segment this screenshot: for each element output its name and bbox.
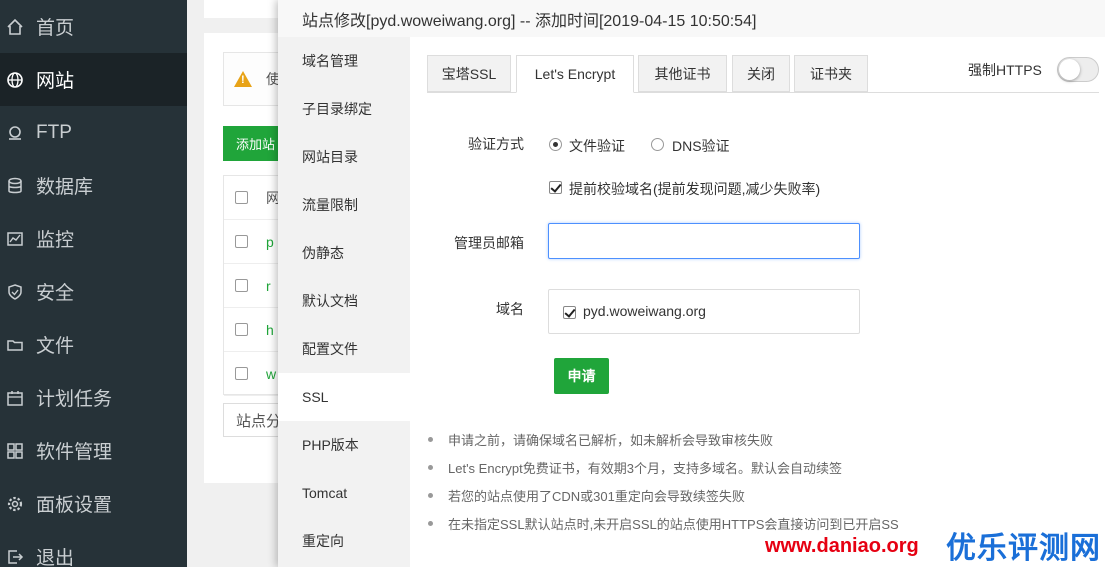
calendar-icon [4,387,26,409]
note-text: 若您的站点使用了CDN或301重定向会导致续签失败 [448,489,745,504]
sidebar-item-logout[interactable]: 退出 [0,530,187,567]
sidebar-item-label: 数据库 [36,177,94,198]
sidebar-item-label: 面板设置 [36,495,113,516]
sidebar-item-label: 退出 [36,548,75,567]
side-item-site-dir[interactable]: 网站目录 [278,133,410,181]
sidebar-item-label: 软件管理 [36,442,113,463]
note-item: 申请之前，请确保域名已解析，如未解析会导致审核失败 [428,430,773,449]
sidebar-item-software[interactable]: 软件管理 [0,424,187,477]
admin-email-input[interactable] [548,223,860,259]
watermark-text: 优乐评测网 [946,532,1101,565]
sidebar-item-files[interactable]: 文件 [0,318,187,371]
bullet-icon [428,493,433,498]
bullet-icon [428,521,433,526]
row-checkbox[interactable] [235,279,248,292]
side-item-rewrite[interactable]: 伪静态 [278,229,410,277]
sidebar-item-monitor[interactable]: 监控 [0,212,187,265]
file-verify-radio[interactable] [549,138,562,151]
note-item: 在未指定SSL默认站点时,未开启SSL的站点使用HTTPS会直接访问到已开启SS [428,514,899,533]
tab-close[interactable]: 关闭 [732,55,790,92]
warning-icon [234,71,252,87]
row-checkbox[interactable] [235,235,248,248]
precheck-checkbox[interactable] [549,181,562,194]
file-verify-label[interactable]: 文件验证 [569,136,625,156]
sidebar-item-security[interactable]: 安全 [0,265,187,318]
tab-lets-encrypt[interactable]: Let's Encrypt [516,55,634,93]
sidebar-item-ftp[interactable]: FTP [0,106,187,159]
side-item-tomcat[interactable]: Tomcat [278,469,410,517]
dns-verify-radio[interactable] [651,138,664,151]
site-name[interactable]: r [266,278,271,294]
apps-icon [4,440,26,462]
domain-checkbox[interactable] [563,306,576,319]
sidebar-item-label: 网站 [36,71,75,92]
note-text: 申请之前，请确保域名已解析，如未解析会导致审核失败 [448,433,774,448]
monitor-icon [4,228,26,250]
modal-side-menu: 域名管理 子目录绑定 网站目录 流量限制 伪静态 默认文档 配置文件 SSL P… [278,37,410,567]
admin-email-label: 管理员邮箱 [454,235,524,251]
domain-list: pyd.woweiwang.org [548,289,860,334]
side-item-domain[interactable]: 域名管理 [278,37,410,85]
shield-icon [4,281,26,303]
watermark-url: www.daniao.org [765,535,919,557]
row-checkbox[interactable] [235,367,248,380]
tab-bt-ssl[interactable]: 宝塔SSL [427,55,511,92]
select-all-checkbox[interactable] [235,191,248,204]
sidebar-item-label: 首页 [36,18,75,39]
sidebar-item-label: 监控 [36,230,75,251]
side-item-redirect[interactable]: 重定向 [278,517,410,565]
verify-method-label: 验证方式 [468,136,524,152]
bullet-icon [428,437,433,442]
sidebar-item-label: 计划任务 [36,389,113,410]
side-item-config[interactable]: 配置文件 [278,325,410,373]
gear-icon [4,493,26,515]
note-item: 若您的站点使用了CDN或301重定向会导致续签失败 [428,486,745,505]
side-item-subdir[interactable]: 子目录绑定 [278,85,410,133]
modal-title: 站点修改[pyd.woweiwang.org] -- 添加时间[2019-04-… [278,0,1105,37]
domain-name[interactable]: pyd.woweiwang.org [583,303,706,319]
sidebar-item-label: FTP [36,121,72,143]
note-item: Let's Encrypt免费证书，有效期3个月，支持多域名。默认会自动续签 [428,458,842,477]
force-https-label: 强制HTTPS [968,62,1042,78]
note-text: Let's Encrypt免费证书，有效期3个月，支持多域名。默认会自动续签 [448,461,842,476]
force-https-toggle[interactable] [1057,57,1099,82]
site-name[interactable]: w [266,366,276,382]
sidebar-item-website[interactable]: 网站 [0,53,187,106]
site-edit-modal: 站点修改[pyd.woweiwang.org] -- 添加时间[2019-04-… [278,0,1105,567]
sidebar-item-cron[interactable]: 计划任务 [0,371,187,424]
apply-button[interactable]: 申请 [554,358,609,394]
bullet-icon [428,465,433,470]
row-checkbox[interactable] [235,323,248,336]
site-name[interactable]: p [266,234,274,250]
side-item-php[interactable]: PHP版本 [278,421,410,469]
home-icon [4,16,26,38]
site-name[interactable]: h [266,322,274,338]
ftp-icon [4,122,26,144]
sidebar-item-label: 文件 [36,336,75,357]
folder-icon [4,334,26,356]
sidebar-item-database[interactable]: 数据库 [0,159,187,212]
tab-other-cert[interactable]: 其他证书 [638,55,727,92]
tab-cert-folder[interactable]: 证书夹 [794,55,868,92]
note-text: 在未指定SSL默认站点时,未开启SSL的站点使用HTTPS会直接访问到已开启SS [448,517,899,532]
main-sidebar: 首页 网站 FTP 数据库 监控 安全 文件 计划任务 软件管理 面板设置 退出 [0,0,187,567]
domain-label: 域名 [496,301,524,317]
toggle-knob [1059,59,1080,80]
side-item-ssl[interactable]: SSL [278,373,410,421]
sidebar-item-settings[interactable]: 面板设置 [0,477,187,530]
dns-verify-label[interactable]: DNS验证 [672,136,730,156]
database-icon [4,175,26,197]
side-item-traffic-limit[interactable]: 流量限制 [278,181,410,229]
globe-icon [4,69,26,91]
sidebar-item-home[interactable]: 首页 [0,0,187,53]
logout-icon [4,546,26,567]
precheck-label[interactable]: 提前校验域名(提前发现问题,减少失败率) [569,179,820,199]
sidebar-item-label: 安全 [36,283,75,304]
side-item-default-doc[interactable]: 默认文档 [278,277,410,325]
